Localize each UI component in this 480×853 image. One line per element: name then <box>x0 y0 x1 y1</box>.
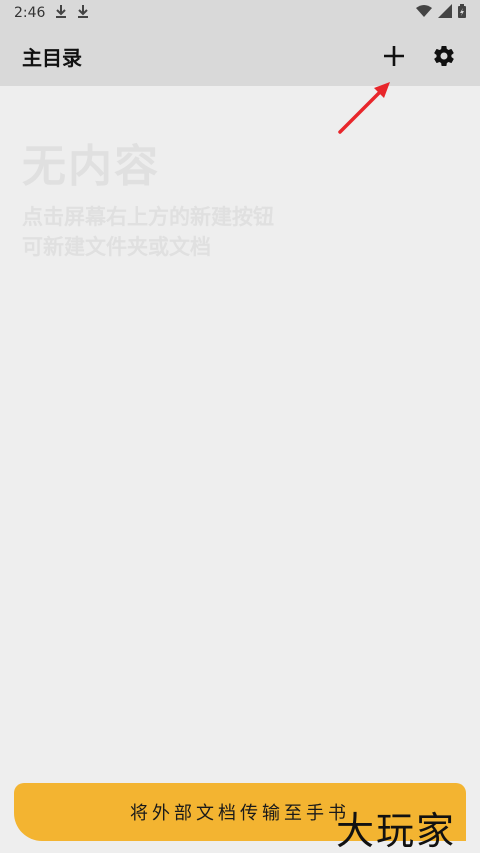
battery-icon <box>458 4 466 22</box>
page-title: 主目录 <box>22 45 82 70</box>
wifi-icon <box>416 5 432 21</box>
app-bar: 主目录 <box>0 26 480 134</box>
status-bar: 2:46 <box>0 0 480 26</box>
empty-title: 无内容 <box>22 141 160 192</box>
add-button[interactable] <box>380 42 408 70</box>
status-right <box>416 4 466 22</box>
status-time: 2:46 <box>14 5 46 21</box>
download-icon <box>77 4 89 22</box>
signal-icon <box>438 4 452 22</box>
add-icon <box>384 46 404 66</box>
empty-description-line1: 点击屏幕右上方的新建按钮 <box>22 205 274 229</box>
settings-button[interactable] <box>430 42 458 70</box>
empty-description-line2: 可新建文件夹或文档 <box>22 235 211 259</box>
download-icon <box>55 4 67 22</box>
empty-description: 点击屏幕右上方的新建按钮 可新建文件夹或文档 <box>22 202 422 262</box>
main-content: 无内容 点击屏幕右上方的新建按钮 可新建文件夹或文档 <box>0 86 480 853</box>
watermark: 大玩家 <box>336 809 457 853</box>
gear-icon <box>434 46 454 67</box>
app-actions <box>380 42 458 70</box>
status-left: 2:46 <box>14 4 89 22</box>
